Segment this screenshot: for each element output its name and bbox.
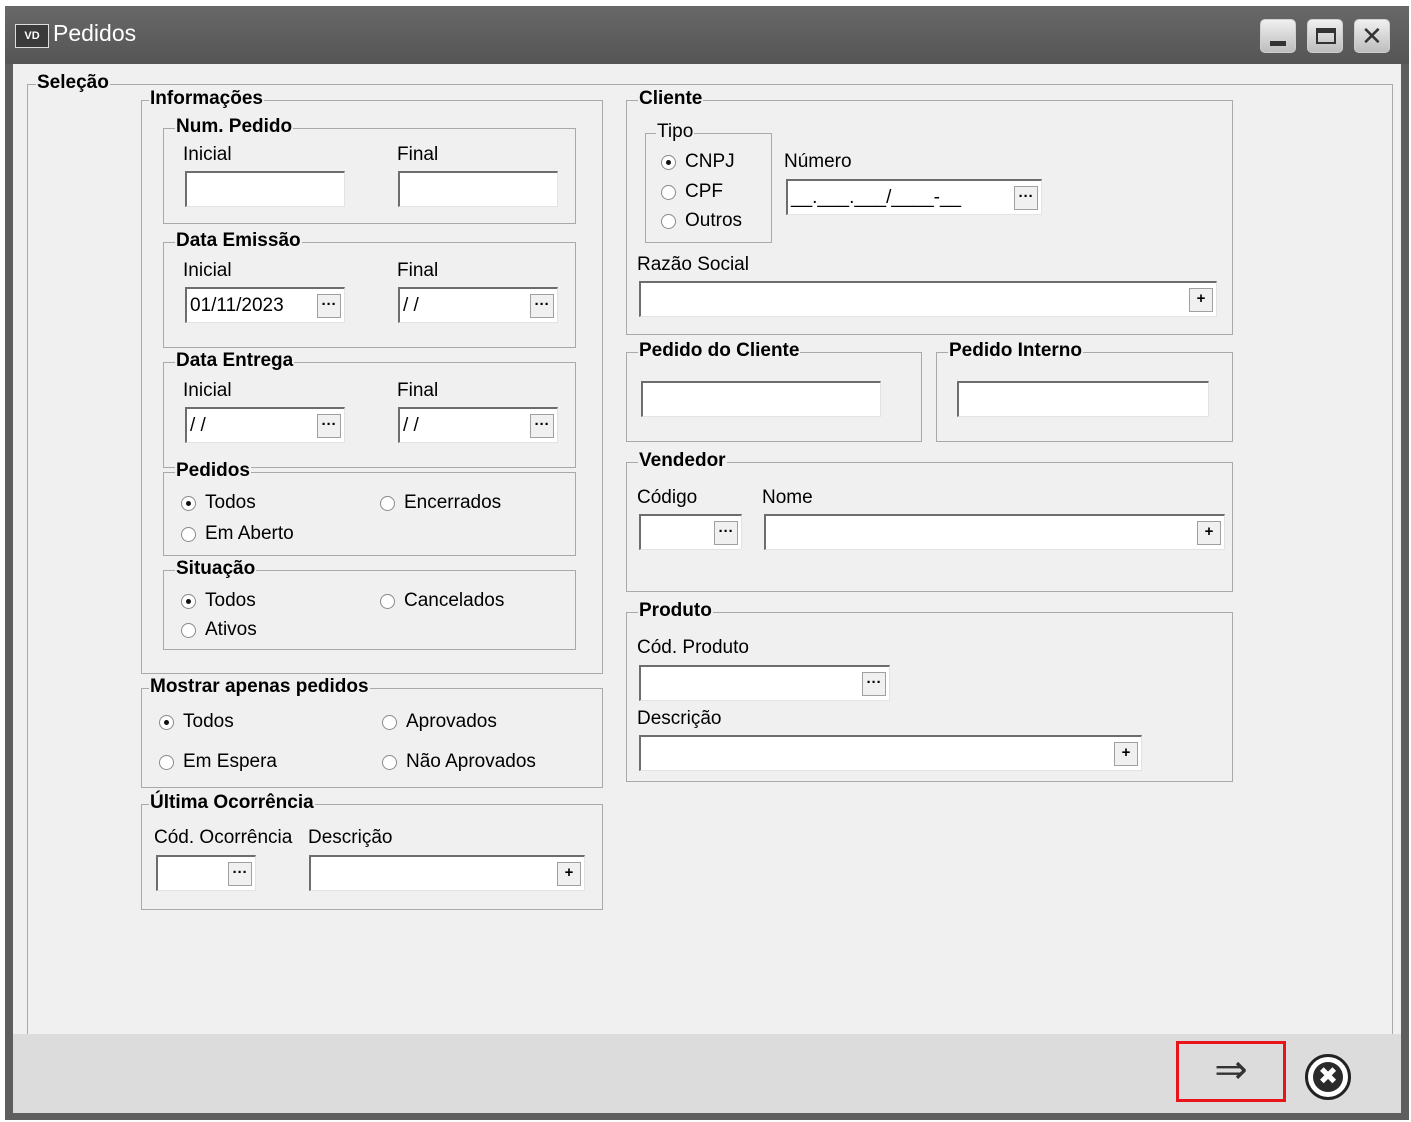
data-entrega-title: Data Entrega bbox=[175, 350, 295, 372]
data-emissao-final-picker-button[interactable]: ··· bbox=[530, 294, 554, 318]
situacao-title: Situação bbox=[175, 558, 257, 580]
razao-social-add-button[interactable]: + bbox=[1189, 288, 1213, 312]
pedidos-encerrados-radio[interactable]: Encerrados bbox=[380, 492, 501, 514]
data-entrega-final-label: Final bbox=[397, 380, 439, 401]
cliente-numero-lookup-button[interactable]: ··· bbox=[1014, 186, 1038, 210]
informacoes-title: Informações bbox=[149, 88, 264, 110]
mostrar-em-espera-radio[interactable]: Em Espera bbox=[159, 751, 277, 773]
num-pedido-group: Num. Pedido Inicial Final bbox=[163, 116, 576, 224]
cancel-icon: ✖ bbox=[1313, 1062, 1343, 1092]
mostrar-nao-aprovados-radio[interactable]: Não Aprovados bbox=[382, 751, 536, 773]
data-emissao-title: Data Emissão bbox=[175, 230, 302, 252]
data-entrega-final-input[interactable]: / / ··· bbox=[398, 407, 558, 443]
data-emissao-inicial-label: Inicial bbox=[183, 260, 232, 281]
data-entrega-inicial-label: Inicial bbox=[183, 380, 232, 401]
selecao-title: Seleção bbox=[36, 72, 110, 94]
data-emissao-final-label: Final bbox=[397, 260, 439, 281]
pedidos-em-aberto-radio[interactable]: Em Aberto bbox=[181, 523, 294, 545]
arrow-right-icon: ⇒ bbox=[1214, 1048, 1248, 1092]
situacao-cancelados-radio[interactable]: Cancelados bbox=[380, 590, 504, 612]
mostrar-aprovados-radio[interactable]: Aprovados bbox=[382, 711, 497, 733]
dialog-client-area: Seleção Informações Num. Pedido Inicial … bbox=[13, 64, 1401, 1113]
pedido-cliente-input[interactable] bbox=[641, 381, 881, 417]
pedidos-title: Pedidos bbox=[175, 460, 251, 482]
cancel-button[interactable]: ✖ bbox=[1305, 1054, 1351, 1100]
data-entrega-group: Data Entrega Inicial Final / / ··· / / ·… bbox=[163, 350, 576, 468]
ultima-ocorrencia-group: Última Ocorrência Cód. Ocorrência Descri… bbox=[141, 792, 603, 910]
vendedor-title: Vendedor bbox=[638, 450, 727, 472]
minimize-icon bbox=[1270, 41, 1286, 46]
vendedor-nome-label: Nome bbox=[762, 487, 813, 508]
cod-ocorrencia-label: Cód. Ocorrência bbox=[154, 827, 293, 848]
produto-descricao-input[interactable]: + bbox=[639, 735, 1142, 771]
data-emissao-group: Data Emissão Inicial Final 01/11/2023 ··… bbox=[163, 230, 576, 348]
pedido-interno-input[interactable] bbox=[957, 381, 1209, 417]
mostrar-apenas-pedidos-title: Mostrar apenas pedidos bbox=[149, 676, 370, 698]
next-button[interactable]: ⇒ bbox=[1176, 1041, 1286, 1102]
ultima-ocorrencia-title: Última Ocorrência bbox=[149, 792, 315, 814]
minimize-button[interactable] bbox=[1260, 19, 1296, 53]
produto-title: Produto bbox=[638, 600, 713, 622]
maximize-button[interactable] bbox=[1307, 19, 1343, 53]
cod-ocorrencia-input[interactable]: ··· bbox=[156, 855, 256, 891]
pedido-cliente-title: Pedido do Cliente bbox=[638, 340, 801, 362]
pedidos-group: Pedidos Todos Encerrados Em Aberto bbox=[163, 460, 576, 556]
cod-ocorrencia-lookup-button[interactable]: ··· bbox=[228, 862, 252, 886]
data-entrega-final-picker-button[interactable]: ··· bbox=[530, 414, 554, 438]
tipo-outros-radio[interactable]: Outros bbox=[661, 210, 742, 232]
situacao-todos-radio[interactable]: Todos bbox=[181, 590, 256, 612]
ocorrencia-descricao-input[interactable]: + bbox=[309, 855, 585, 891]
data-emissao-inicial-picker-button[interactable]: ··· bbox=[317, 294, 341, 318]
produto-group: Produto Cód. Produto ··· Descrição + bbox=[626, 600, 1233, 782]
cliente-numero-input[interactable]: __.___.___/____-__ ··· bbox=[786, 179, 1042, 215]
produto-add-button[interactable]: + bbox=[1114, 742, 1138, 766]
cliente-group: Cliente Tipo CNPJ CPF Outros Número __._… bbox=[626, 88, 1233, 335]
produto-descricao-label: Descrição bbox=[637, 708, 722, 729]
mostrar-todos-radio[interactable]: Todos bbox=[159, 711, 234, 733]
window: VD Pedidos ✕ Seleção Informações Num. Pe… bbox=[5, 6, 1409, 1120]
pedido-interno-group: Pedido Interno bbox=[936, 340, 1233, 442]
cod-produto-input[interactable]: ··· bbox=[639, 665, 890, 701]
ocorrencia-add-button[interactable]: + bbox=[557, 862, 581, 886]
num-pedido-inicial-label: Inicial bbox=[183, 144, 232, 165]
tipo-title: Tipo bbox=[656, 121, 695, 143]
pedidos-todos-radio[interactable]: Todos bbox=[181, 492, 256, 514]
data-entrega-inicial-picker-button[interactable]: ··· bbox=[317, 414, 341, 438]
num-pedido-final-label: Final bbox=[397, 144, 439, 165]
cod-produto-lookup-button[interactable]: ··· bbox=[862, 672, 886, 696]
razao-social-input[interactable]: + bbox=[639, 281, 1217, 317]
tipo-cpf-radio[interactable]: CPF bbox=[661, 181, 723, 203]
data-emissao-inicial-input[interactable]: 01/11/2023 ··· bbox=[185, 287, 345, 323]
ocorrencia-descricao-label: Descrição bbox=[308, 827, 393, 848]
num-pedido-final-input[interactable] bbox=[398, 171, 558, 207]
cliente-title: Cliente bbox=[638, 88, 704, 110]
situacao-group: Situação Todos Cancelados Ativos bbox=[163, 558, 576, 650]
razao-social-label: Razão Social bbox=[637, 254, 749, 275]
vendedor-nome-input[interactable]: + bbox=[764, 514, 1225, 550]
vendedor-codigo-lookup-button[interactable]: ··· bbox=[714, 521, 738, 545]
window-title: Pedidos bbox=[53, 20, 137, 46]
numero-label: Número bbox=[784, 151, 852, 172]
num-pedido-title: Num. Pedido bbox=[175, 116, 294, 138]
title-bar[interactable]: VD Pedidos ✕ bbox=[5, 6, 1409, 64]
data-emissao-final-input[interactable]: / / ··· bbox=[398, 287, 558, 323]
app-icon: VD bbox=[15, 24, 49, 48]
vendedor-codigo-input[interactable]: ··· bbox=[639, 514, 742, 550]
situacao-ativos-radio[interactable]: Ativos bbox=[181, 619, 257, 641]
close-icon: ✕ bbox=[1361, 21, 1383, 51]
tipo-group: Tipo CNPJ CPF Outros bbox=[645, 121, 772, 243]
tipo-cnpj-radio[interactable]: CNPJ bbox=[661, 151, 735, 173]
pedido-cliente-group: Pedido do Cliente bbox=[626, 340, 922, 442]
num-pedido-inicial-input[interactable] bbox=[185, 171, 345, 207]
close-window-button[interactable]: ✕ bbox=[1354, 19, 1390, 53]
maximize-icon bbox=[1316, 28, 1336, 44]
mostrar-apenas-pedidos-group: Mostrar apenas pedidos Todos Aprovados E… bbox=[141, 676, 603, 788]
vendedor-add-button[interactable]: + bbox=[1197, 521, 1221, 545]
vendedor-codigo-label: Código bbox=[637, 487, 698, 508]
pedido-interno-title: Pedido Interno bbox=[948, 340, 1083, 362]
vendedor-group: Vendedor Código Nome ··· + bbox=[626, 450, 1233, 592]
data-entrega-inicial-input[interactable]: / / ··· bbox=[185, 407, 345, 443]
cod-produto-label: Cód. Produto bbox=[637, 637, 749, 658]
